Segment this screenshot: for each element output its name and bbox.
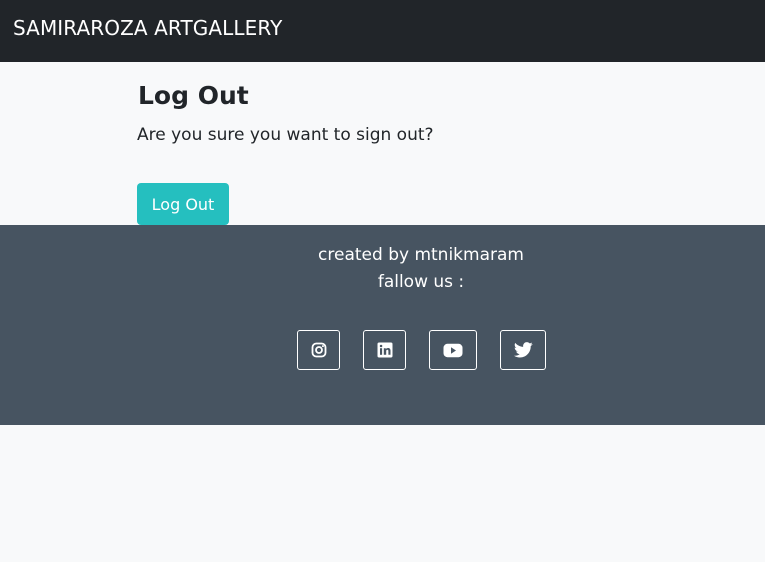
twitter-icon [513, 342, 533, 358]
brand-link[interactable]: SAMIRAROZA ARTGALLERY [13, 16, 282, 40]
linkedin-link[interactable] [363, 330, 406, 370]
footer-credit: created by mtnikmaram [318, 245, 524, 265]
youtube-link[interactable] [429, 330, 477, 370]
twitter-link[interactable] [500, 330, 546, 370]
footer: created by mtnikmaram fallow us : [0, 225, 765, 425]
instagram-link[interactable] [297, 330, 340, 370]
youtube-icon [443, 343, 463, 358]
linkedin-icon [377, 342, 393, 358]
instagram-icon [311, 342, 327, 358]
footer-follow-label: fallow us : [377, 272, 465, 292]
logout-button[interactable]: Log Out [137, 183, 229, 225]
page-title: Log Out [138, 81, 249, 110]
logout-question: Are you sure you want to sign out? [137, 125, 434, 145]
navbar: SAMIRAROZA ARTGALLERY [0, 0, 765, 62]
